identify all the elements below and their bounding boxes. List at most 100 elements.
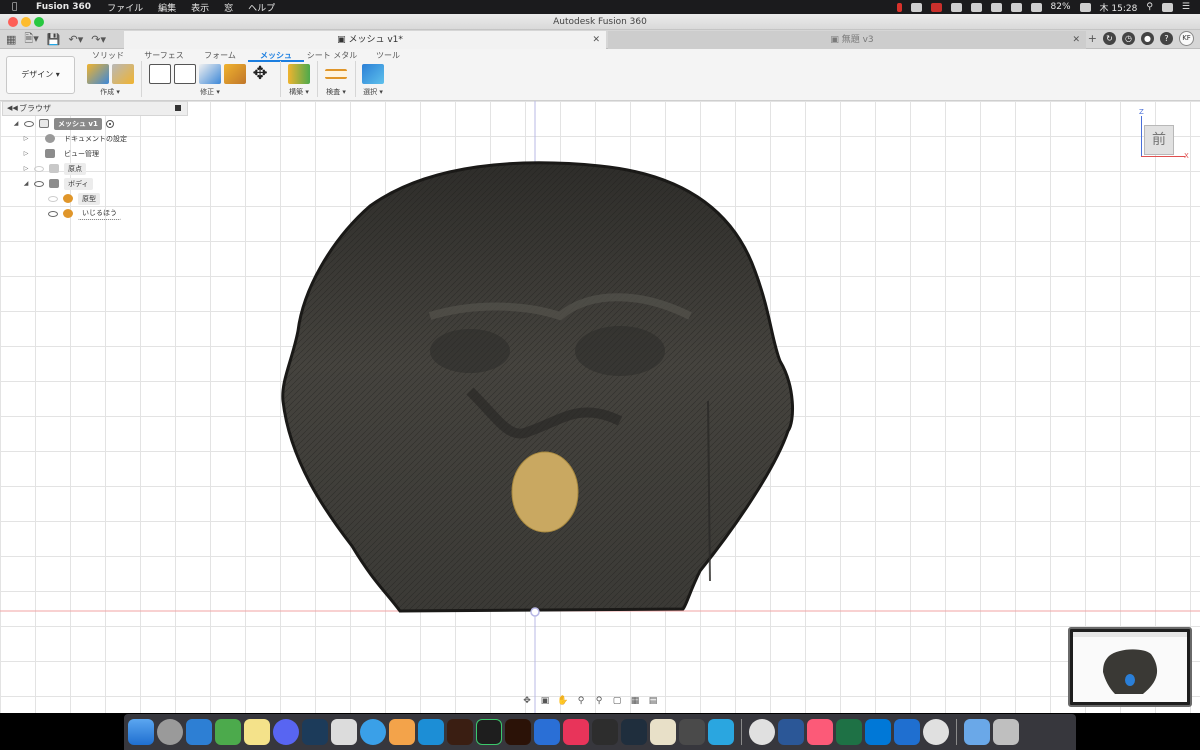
tree-row-body-edit[interactable]: いじるほう bbox=[0, 206, 190, 221]
tab-form[interactable]: フォーム bbox=[192, 50, 248, 62]
dock-excel[interactable] bbox=[836, 719, 862, 745]
dock-notes[interactable] bbox=[244, 719, 270, 745]
create-menu[interactable]: 作成 ▾ bbox=[82, 87, 138, 97]
app-menu[interactable]: Fusion 360 bbox=[36, 2, 91, 12]
mesh-body[interactable] bbox=[281, 161, 794, 613]
dock-app-green[interactable] bbox=[215, 719, 241, 745]
job-status-icon[interactable]: ◷ bbox=[1122, 32, 1135, 45]
remesh-icon[interactable] bbox=[149, 64, 171, 84]
menu-file[interactable]: ファイル bbox=[107, 1, 143, 14]
tab-surface[interactable]: サーフェス bbox=[136, 50, 192, 62]
notification-center-icon[interactable]: ☰ bbox=[1182, 2, 1190, 12]
menu-window[interactable]: 窓 bbox=[224, 1, 233, 14]
make-closed-mesh-icon[interactable] bbox=[224, 64, 246, 84]
redo-icon[interactable]: ↷▾ bbox=[91, 33, 106, 46]
data-panel-grid-icon[interactable]: ▦ bbox=[6, 33, 16, 46]
visibility-eye-icon[interactable] bbox=[48, 210, 58, 217]
dock-fusion360[interactable] bbox=[389, 719, 415, 745]
tree-row-view-mgmt[interactable]: ▷ ビュー管理 bbox=[0, 146, 190, 161]
zoom-window-icon[interactable]: ⚲ bbox=[592, 696, 606, 707]
modify-menu[interactable]: 修正 ▾ bbox=[144, 87, 276, 97]
tree-row-body-original[interactable]: 原型 bbox=[0, 191, 190, 206]
menu-edit[interactable]: 編集 bbox=[158, 1, 176, 14]
battery-icon[interactable] bbox=[1079, 2, 1091, 12]
spotlight-search-icon[interactable]: ⚲ bbox=[1146, 2, 1153, 12]
dock-app-brown[interactable] bbox=[447, 719, 473, 745]
visibility-eye-icon[interactable] bbox=[34, 180, 44, 187]
tree-row-origin[interactable]: ▷ 原点 bbox=[0, 161, 190, 176]
selected-mesh-face[interactable] bbox=[511, 451, 579, 533]
expand-toggle-icon[interactable]: ▷ bbox=[22, 150, 30, 157]
inspect-menu[interactable]: 検査 ▾ bbox=[321, 87, 351, 97]
dock-finder[interactable] bbox=[128, 719, 154, 745]
orbit-icon[interactable]: ✥ bbox=[520, 696, 534, 707]
dock-app-cyan[interactable] bbox=[708, 719, 734, 745]
dock-launchpad[interactable] bbox=[157, 719, 183, 745]
undo-icon[interactable]: ↶▾ bbox=[68, 33, 83, 46]
view-cube-front-face[interactable]: 前 bbox=[1144, 125, 1174, 155]
dock-safari[interactable] bbox=[360, 719, 386, 745]
app-tray-icon[interactable] bbox=[990, 2, 1002, 12]
view-cube[interactable]: Z 前 X bbox=[1138, 108, 1194, 164]
move-copy-icon[interactable]: ✥ bbox=[249, 64, 271, 84]
dock-illustrator[interactable] bbox=[505, 719, 531, 745]
reduce-icon[interactable] bbox=[174, 64, 196, 84]
dock-trash[interactable] bbox=[993, 719, 1019, 745]
dock-word[interactable] bbox=[778, 719, 804, 745]
tree-row-doc-settings[interactable]: ▷ ドキュメントの設定 bbox=[0, 131, 190, 146]
offset-plane-icon[interactable] bbox=[288, 64, 310, 84]
dock-discord[interactable] bbox=[273, 719, 299, 745]
expand-toggle-icon[interactable]: ▷ bbox=[22, 135, 30, 142]
menu-help[interactable]: ヘルプ bbox=[248, 1, 275, 14]
creative-cloud-icon[interactable] bbox=[950, 2, 962, 12]
tree-row-root[interactable]: ◢ メッシュ v1 bbox=[0, 116, 190, 131]
browser-header[interactable]: ◀◀ ブラウザ bbox=[2, 101, 188, 116]
construct-menu[interactable]: 構築 ▾ bbox=[284, 87, 314, 97]
tab-solid[interactable]: ソリッド bbox=[80, 50, 136, 62]
dock-downloads-folder[interactable] bbox=[964, 719, 990, 745]
help-icon[interactable]: ? bbox=[1160, 32, 1173, 45]
viewports-icon[interactable]: ▤ bbox=[646, 696, 660, 707]
dock-app-dark[interactable] bbox=[302, 719, 328, 745]
wifi-icon[interactable] bbox=[1030, 2, 1042, 12]
tab-close-icon[interactable]: ✕ bbox=[592, 31, 600, 49]
expand-toggle-icon[interactable]: ◢ bbox=[12, 120, 20, 127]
select-menu[interactable]: 選択 ▾ bbox=[358, 87, 388, 97]
tab-tools[interactable]: ツール bbox=[360, 50, 416, 62]
dock-music[interactable] bbox=[807, 719, 833, 745]
dock-keynote[interactable] bbox=[534, 719, 560, 745]
clock[interactable]: 木 15:28 bbox=[1100, 1, 1138, 14]
dock-app-cream[interactable] bbox=[650, 719, 676, 745]
dock-creative-cloud[interactable] bbox=[563, 719, 589, 745]
window-close-button[interactable] bbox=[8, 17, 18, 27]
tessellate-icon[interactable] bbox=[111, 64, 134, 84]
zoom-icon[interactable]: ⚲ bbox=[574, 696, 588, 707]
dock-chrome-2[interactable] bbox=[923, 719, 949, 745]
tab-mesh-v1[interactable]: ▣ メッシュ v1* ✕ bbox=[124, 31, 606, 49]
account-avatar[interactable]: KF bbox=[1179, 31, 1194, 46]
tree-row-bodies[interactable]: ◢ ボディ bbox=[0, 176, 190, 191]
tab-sheet-metal[interactable]: シート メタル bbox=[304, 50, 360, 62]
file-menu-icon[interactable]: 🗎▾ bbox=[24, 30, 38, 49]
dock-chrome[interactable] bbox=[749, 719, 775, 745]
dock-pycharm[interactable] bbox=[476, 719, 502, 745]
bluetooth-icon[interactable] bbox=[1010, 2, 1022, 12]
display-settings-icon[interactable]: ▢ bbox=[610, 696, 624, 707]
tab-untitled-v3[interactable]: ▣ 無題 v3 ✕ bbox=[608, 31, 1086, 49]
expand-toggle-icon[interactable]: ▷ bbox=[22, 165, 30, 172]
measure-icon[interactable] bbox=[325, 69, 347, 79]
visibility-eye-icon[interactable] bbox=[34, 165, 44, 172]
mail-icon[interactable] bbox=[930, 2, 942, 12]
save-icon[interactable]: 💾 bbox=[47, 33, 61, 46]
dock-vscode[interactable] bbox=[186, 719, 212, 745]
workspace-switcher-button[interactable]: デザイン ▾ bbox=[6, 56, 75, 94]
insert-mesh-icon[interactable] bbox=[86, 64, 109, 84]
activate-component-radio[interactable] bbox=[105, 119, 114, 128]
screen-preview-thumbnail[interactable] bbox=[1068, 627, 1192, 707]
extensions-icon[interactable]: ↻ bbox=[1103, 32, 1116, 45]
notifications-icon[interactable]: ● bbox=[1141, 32, 1154, 45]
dock-app-gray[interactable] bbox=[679, 719, 705, 745]
apple-menu-icon[interactable]:  bbox=[12, 2, 24, 12]
plane-cut-icon[interactable] bbox=[199, 64, 221, 84]
dock-windows[interactable] bbox=[865, 719, 891, 745]
